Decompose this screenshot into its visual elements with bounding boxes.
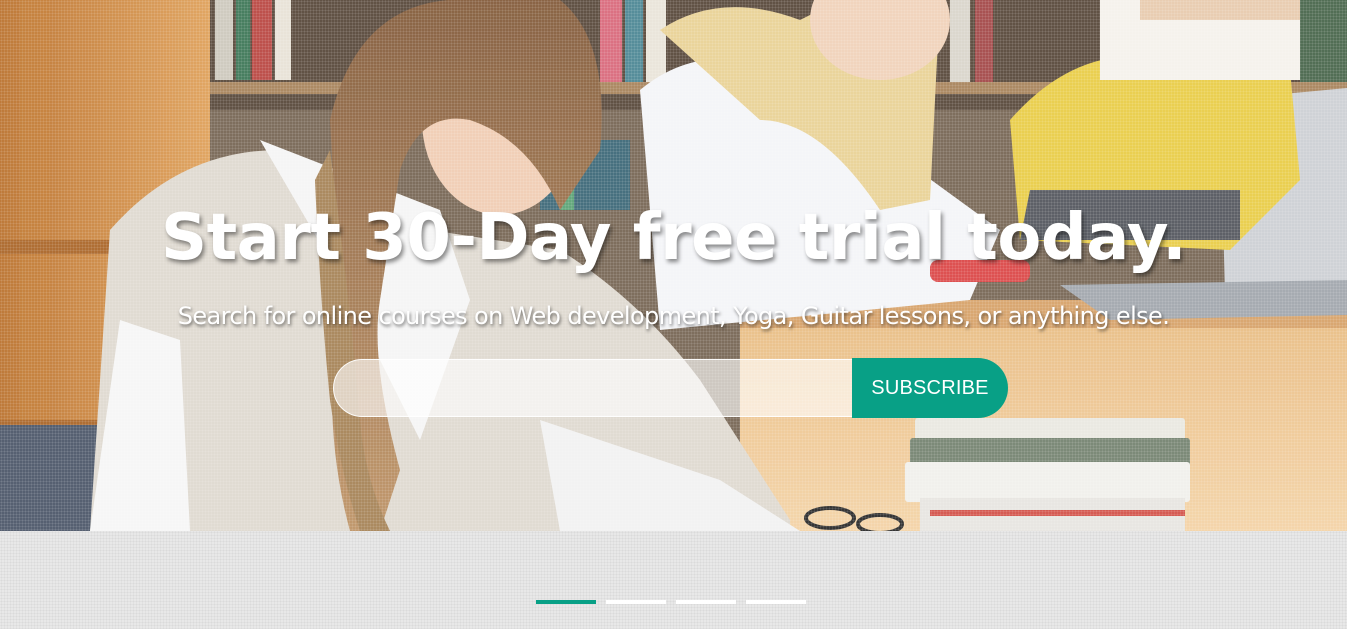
subscribe-form: SUBSCRIBE xyxy=(333,358,1008,418)
carousel-indicators xyxy=(536,600,806,604)
hero-title: Start 30-Day free trial today. xyxy=(160,201,1187,275)
hero-banner: Start 30-Day free trial today. Search fo… xyxy=(0,0,1347,531)
email-input[interactable] xyxy=(333,359,852,417)
page: Start 30-Day free trial today. Search fo… xyxy=(0,0,1347,629)
hero-subtitle: Search for online courses on Web develop… xyxy=(177,302,1170,330)
carousel-indicator-3[interactable] xyxy=(676,600,736,604)
carousel-indicator-4[interactable] xyxy=(746,600,806,604)
carousel-indicator-1[interactable] xyxy=(536,600,596,604)
carousel-indicator-2[interactable] xyxy=(606,600,666,604)
subscribe-button[interactable]: SUBSCRIBE xyxy=(852,358,1008,418)
